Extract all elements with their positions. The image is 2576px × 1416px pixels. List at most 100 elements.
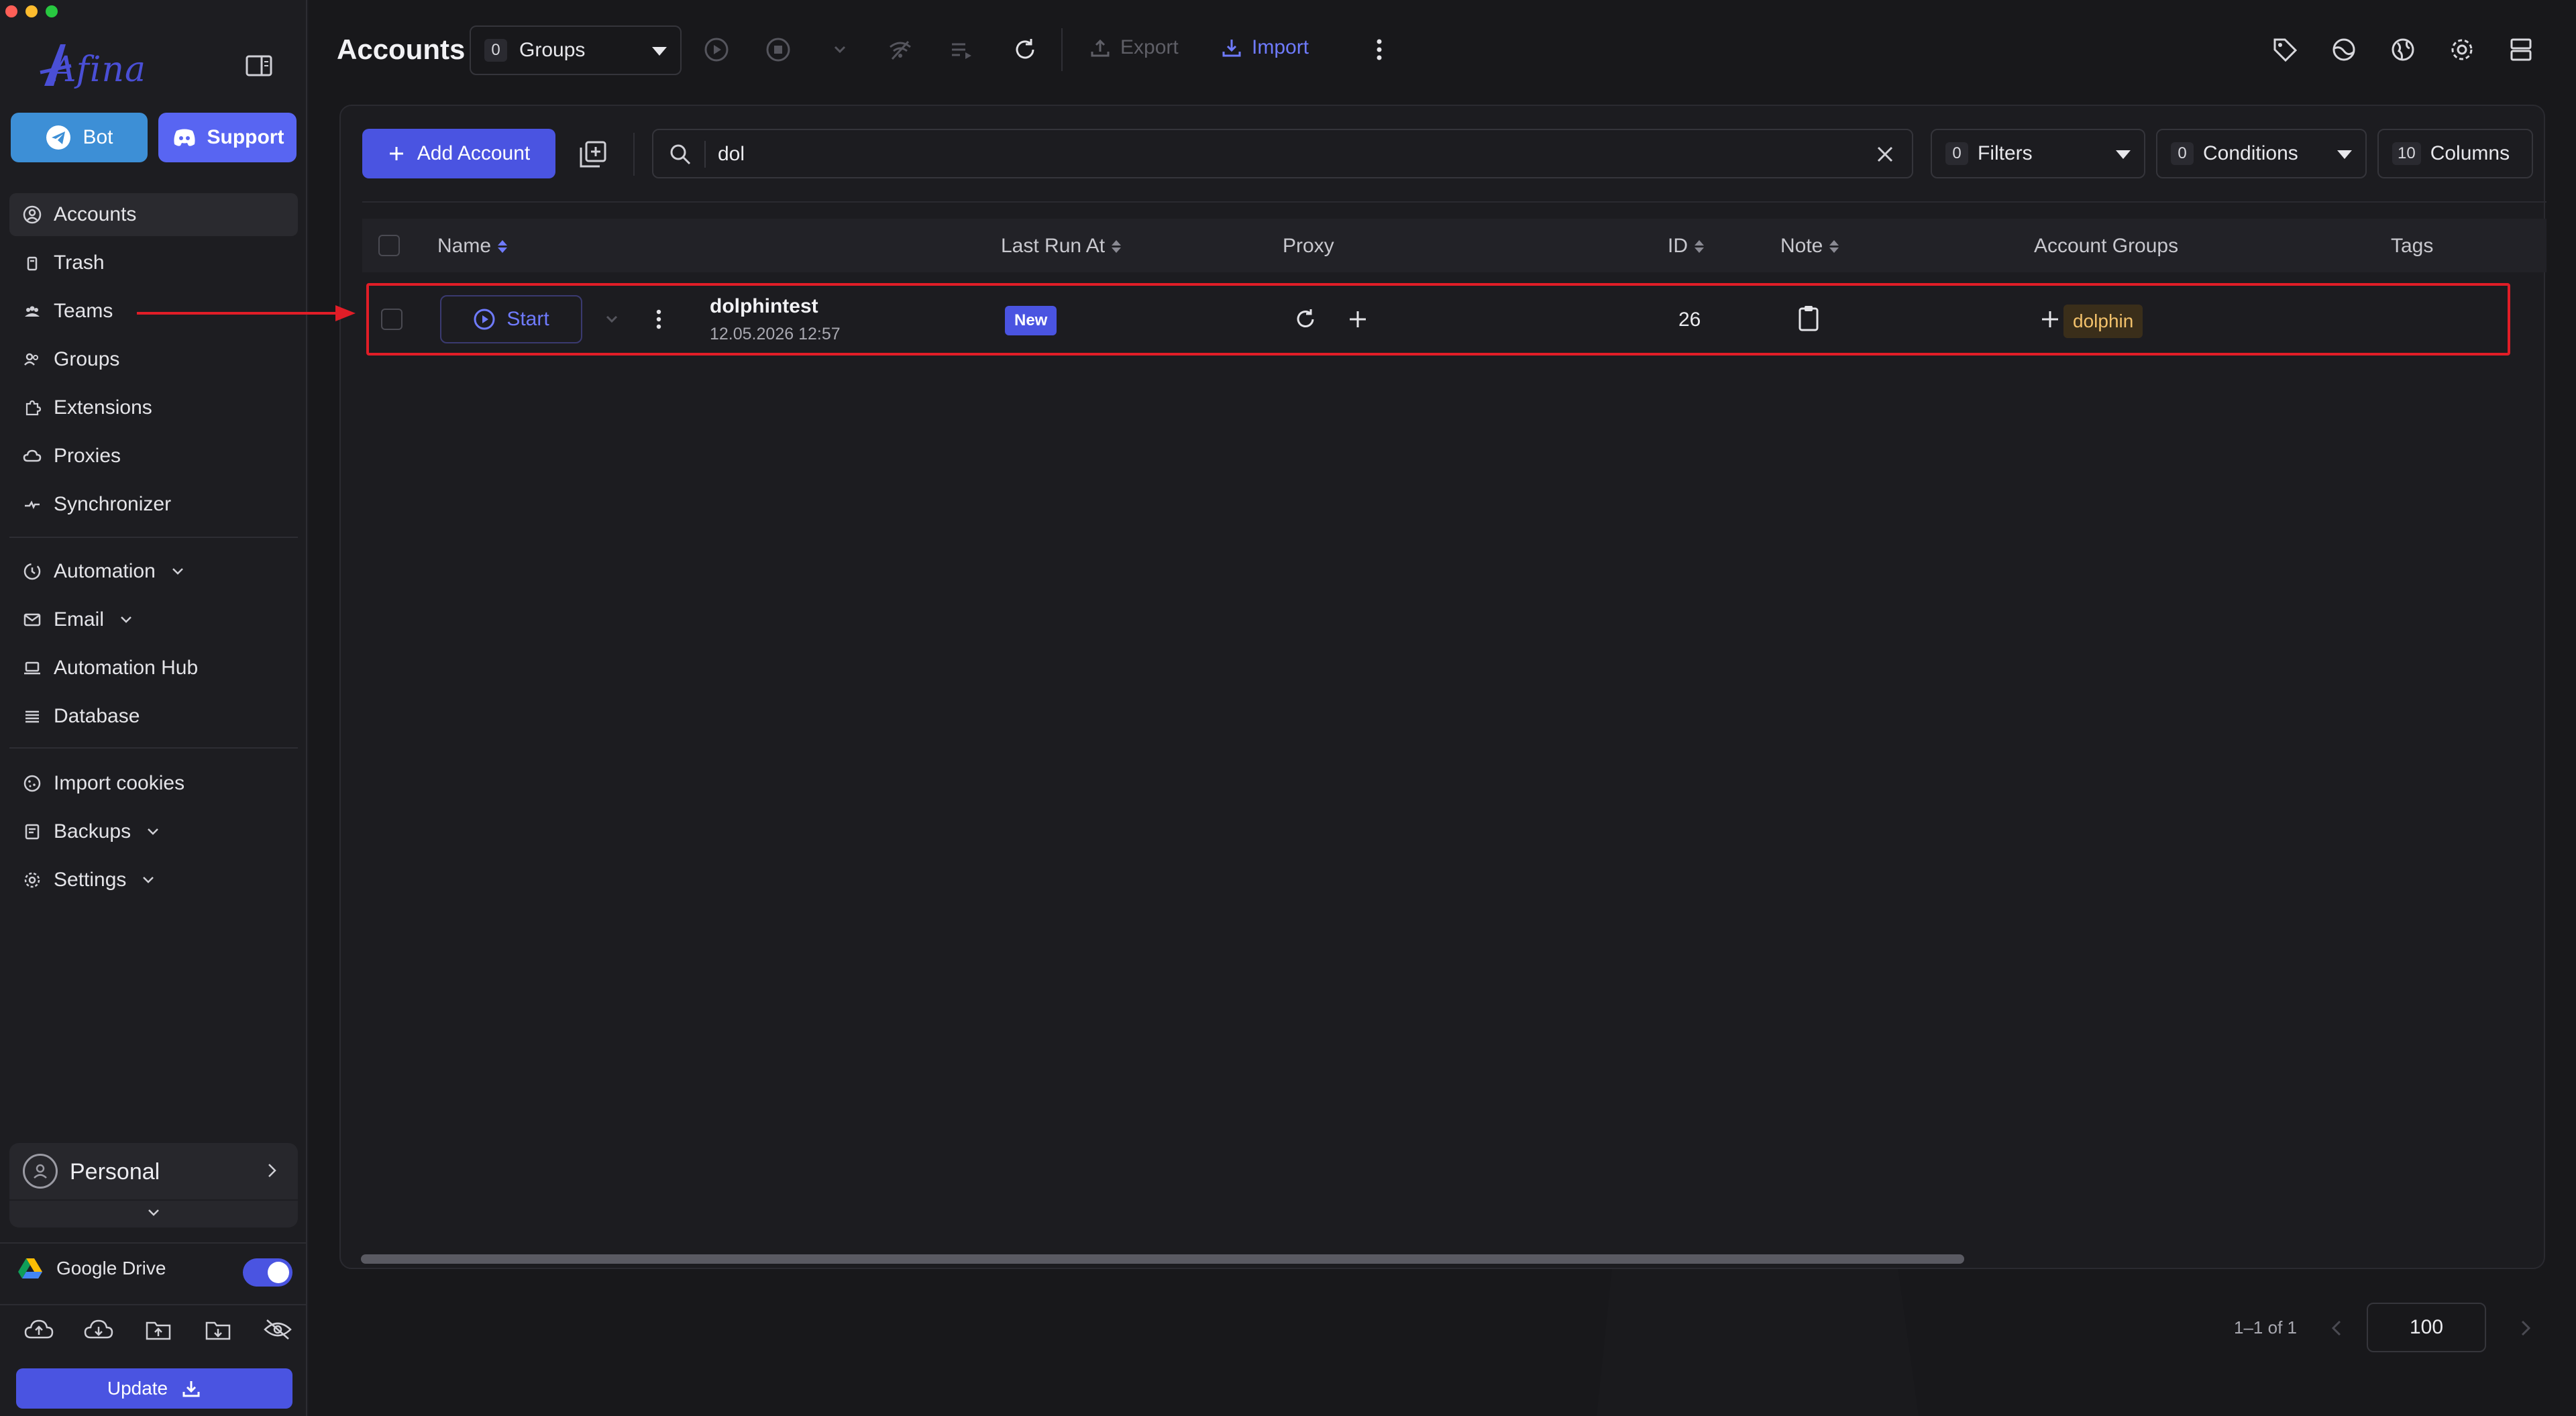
search-input[interactable] [718, 140, 1791, 169]
close-window-button[interactable] [5, 5, 17, 17]
sidebar-item-label: Email [54, 608, 105, 631]
sidebar-item-backups[interactable]: Backups [9, 810, 298, 853]
sort-icon [1829, 239, 1839, 253]
sidebar-item-database[interactable]: Database [9, 695, 298, 738]
cloud-icon [23, 447, 42, 466]
sort-icon [498, 239, 508, 253]
eye-off-icon[interactable] [263, 1315, 292, 1344]
chevron-down-icon[interactable] [144, 1205, 164, 1222]
chevron-down-icon[interactable] [824, 34, 856, 66]
import-button[interactable]: Import [1221, 36, 1309, 59]
main-panel: Accounts 0 Groups Export Import Add Acco… [309, 0, 2576, 1416]
google-drive-toggle[interactable] [243, 1258, 292, 1287]
chevron-right-icon[interactable] [262, 1160, 282, 1181]
export-button[interactable]: Export [1089, 36, 1179, 59]
sidebar-item-import-cookies[interactable]: Import cookies [9, 762, 298, 805]
sidebar-item-automation[interactable]: Automation [9, 550, 298, 593]
sidebar-item-label: Trash [54, 252, 105, 274]
workspace-selector[interactable]: Personal [9, 1143, 298, 1228]
top-bar: Accounts 0 Groups Export Import [309, 0, 2576, 101]
sidebar-item-settings[interactable]: Settings [9, 859, 298, 902]
row-checkbox[interactable] [381, 309, 402, 330]
gear-icon[interactable] [2446, 34, 2478, 66]
refresh-icon[interactable] [1292, 306, 1319, 333]
conditions-count: 0 [2171, 142, 2194, 165]
support-button[interactable]: Support [158, 113, 297, 162]
plus-icon [389, 147, 403, 160]
bot-button[interactable]: Bot [11, 113, 148, 162]
telegram-icon [45, 124, 72, 151]
add-multiple-icon[interactable] [578, 140, 608, 169]
column-header-label: ID [1668, 235, 1688, 257]
page-size-input[interactable]: 100 [2367, 1303, 2486, 1352]
google-drive-icon [18, 1258, 42, 1278]
search-box [652, 129, 1913, 178]
discord-icon [171, 124, 198, 151]
columns-label: Columns [2430, 142, 2510, 164]
sidebar-item-accounts[interactable]: Accounts [9, 193, 298, 236]
sidebar-item-label: Settings [54, 869, 127, 891]
wifi-off-icon[interactable] [884, 34, 916, 66]
layout-icon[interactable] [2505, 34, 2537, 66]
status-badge: New [1005, 306, 1057, 335]
sidebar-item-proxies[interactable]: Proxies [9, 435, 298, 478]
columns-button[interactable]: 10 Columns [2377, 129, 2533, 178]
add-account-button[interactable]: Add Account [362, 129, 555, 178]
tag-icon[interactable] [2269, 34, 2301, 66]
backup-icon [23, 822, 42, 841]
toolbar-divider [362, 201, 2546, 203]
start-button[interactable]: Start [440, 295, 582, 343]
play-icon[interactable] [700, 34, 733, 66]
tag-badge[interactable]: dolphin [2063, 305, 2143, 338]
sidebar-divider [9, 747, 298, 749]
folder-download-icon[interactable] [203, 1315, 233, 1344]
update-button[interactable]: Update [16, 1368, 292, 1409]
clipboard-icon[interactable] [1795, 305, 1822, 331]
column-header-last-run[interactable]: Last Run At [1001, 235, 1122, 258]
maximize-window-button[interactable] [46, 5, 58, 17]
stop-icon[interactable] [762, 34, 794, 66]
sidebar-item-label: Groups [54, 348, 120, 370]
groups-select[interactable]: 0 Groups [470, 25, 682, 75]
sidebar-item-automation-hub[interactable]: Automation Hub [9, 647, 298, 690]
sidebar-item-groups[interactable]: Groups [9, 338, 298, 381]
horizontal-scrollbar[interactable] [361, 1254, 1964, 1264]
refresh-icon[interactable] [1009, 34, 1041, 66]
sidebar-item-extensions[interactable]: Extensions [9, 386, 298, 429]
globe-proxy-icon[interactable] [2328, 34, 2360, 66]
sidebar-item-synchronizer[interactable]: Synchronizer [9, 483, 298, 526]
column-header-name[interactable]: Name [437, 235, 508, 258]
sidebar-item-trash[interactable]: Trash [9, 241, 298, 284]
conditions-select[interactable]: 0 Conditions [2156, 129, 2367, 178]
close-icon[interactable] [1873, 142, 1897, 166]
filters-select[interactable]: 0 Filters [1931, 129, 2145, 178]
cloud-download-icon[interactable] [84, 1315, 113, 1344]
column-header-tags: Tags [2391, 235, 2433, 258]
more-vertical-icon[interactable] [645, 306, 672, 333]
table-row[interactable]: Start dolphintest 12.05.2026 12:57 New 2… [366, 283, 2510, 356]
chevron-down-icon[interactable] [598, 306, 625, 333]
chevron-right-icon[interactable] [2513, 1316, 2537, 1340]
column-header-note[interactable]: Note [1780, 235, 1839, 258]
account-name[interactable]: dolphintest [710, 295, 818, 318]
window-controls [5, 5, 58, 17]
column-header-label: Tags [2391, 235, 2434, 257]
more-vertical-icon[interactable] [1363, 34, 1395, 66]
cloud-upload-icon[interactable] [24, 1315, 54, 1344]
playlist-icon[interactable] [946, 34, 978, 66]
chevron-left-icon[interactable] [2325, 1316, 2349, 1340]
list-icon [23, 707, 42, 726]
column-header-label: Last Run At [1001, 235, 1106, 257]
add-group-icon[interactable] [2037, 306, 2063, 333]
column-header-id[interactable]: ID [1668, 235, 1704, 258]
column-header-label: Name [437, 235, 492, 257]
column-header-label: Note [1780, 235, 1823, 257]
select-all-checkbox[interactable] [378, 235, 400, 256]
sidebar-item-email[interactable]: Email [9, 598, 298, 641]
folder-upload-icon[interactable] [144, 1315, 173, 1344]
minimize-window-button[interactable] [25, 5, 38, 17]
add-proxy-icon[interactable] [1344, 306, 1371, 333]
globe-icon[interactable] [2387, 34, 2419, 66]
sidebar-collapse-icon[interactable] [246, 55, 272, 76]
sidebar-item-label: Backups [54, 820, 131, 842]
